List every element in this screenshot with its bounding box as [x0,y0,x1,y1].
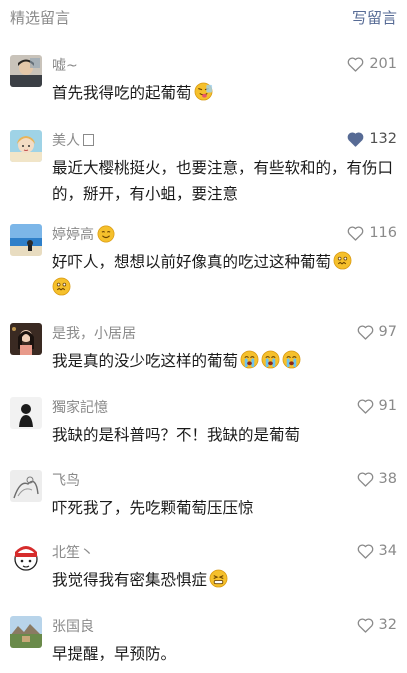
comment-text-content: 我觉得我有密集恐惧症 [52,571,208,589]
commenter-name[interactable]: 飞鸟 [52,470,80,490]
comment-text: 首先我得吃的起葡萄 [52,80,394,106]
like-count: 38 [378,471,397,487]
heart-outline-icon [357,398,373,414]
avatar-girl-icon[interactable] [10,323,42,355]
comment-text: 吓死我了，先吃颗葡萄压压惊 [52,495,394,521]
heart-outline-icon [347,56,364,72]
like-button[interactable]: 201 [347,56,397,72]
commenter-name-text: 张国良 [52,619,94,635]
commenter-name-text: 獨家記憶 [52,400,108,416]
heart-outline-icon [357,543,373,559]
crying-emoji-icon [282,350,301,369]
comment-text-content: 吓死我了，先吃颗葡萄压压惊 [52,499,254,517]
comment-text-content: 首先我得吃的起葡萄 [52,84,192,102]
like-button[interactable]: 32 [357,617,397,633]
grimace-emoji-icon [209,569,228,588]
commenter-name-text: 北笙丶 [52,545,94,561]
avatar-portrait-icon[interactable] [10,55,42,87]
comment-text-content: 我缺的是科普吗？不！我缺的是葡萄 [52,426,301,444]
comments-header: 精选留言 写留言 [0,0,407,34]
like-button[interactable]: 38 [357,471,397,487]
commenter-name[interactable]: 嘘~ [52,55,78,75]
avatar-landscape-icon[interactable] [10,616,42,648]
comment-text-content: 早提醒，早预防。 [52,645,177,663]
scared-emoji-icon [333,251,352,270]
like-count: 132 [369,131,397,147]
avatar-beach-icon[interactable] [10,224,42,256]
like-count: 116 [369,225,397,241]
comment-text-content: 最近大樱桃挺火，也要注意，有些软和的，有伤口的，掰开，有小蛆，要注意 [52,159,394,203]
comment-text-content: 好吓人，想想以前好像真的吃过这种葡萄 [52,253,332,271]
like-button[interactable]: 91 [357,398,397,414]
comment-text-content: 我是真的没少吃这样的葡萄 [52,352,239,370]
commenter-name-text: 嘘~ [52,58,78,74]
commenter-name[interactable]: 北笙丶 [52,542,94,562]
unknown-glyph-box [83,134,94,146]
like-button[interactable]: 116 [347,225,397,241]
commenter-name[interactable]: 獨家記憶 [52,397,108,417]
comment-text: 早提醒，早预防。 [52,641,394,667]
like-count: 201 [369,56,397,72]
heart-outline-icon [357,324,373,340]
commenter-name[interactable]: 美人 [52,130,94,150]
like-button[interactable]: 34 [357,543,397,559]
commenter-name-text: 婷婷高 [52,227,94,243]
comment-text: 我是真的没少吃这样的葡萄 [52,348,394,374]
tongue-emoji-icon [194,82,213,101]
like-count: 34 [378,543,397,559]
crying-emoji-icon [240,350,259,369]
avatar-sketch-icon[interactable] [10,470,42,502]
scared-emoji-icon [52,277,71,296]
commenter-name-text: 是我，小居居 [52,326,136,342]
avatar-cartoon-red-icon[interactable] [10,542,42,574]
like-count: 97 [378,324,397,340]
like-count: 32 [378,617,397,633]
comment-text: 好吓人，想想以前好像真的吃过这种葡萄 [52,249,394,301]
smile-emoji-icon [97,225,115,243]
comment-text: 我缺的是科普吗？不！我缺的是葡萄 [52,422,394,448]
heart-filled-icon [347,131,364,147]
crying-emoji-icon [261,350,280,369]
comment-text: 最近大樱桃挺火，也要注意，有些软和的，有伤口的，掰开，有小蛆，要注意 [52,155,394,207]
commenter-name[interactable]: 婷婷高 [52,224,115,244]
commenter-name[interactable]: 张国良 [52,616,94,636]
heart-outline-icon [347,225,364,241]
commenter-name-text: 飞鸟 [52,473,80,489]
comment-text: 我觉得我有密集恐惧症 [52,567,394,593]
heart-outline-icon [357,617,373,633]
avatar-cartoon-icon[interactable] [10,130,42,162]
like-count: 91 [378,398,397,414]
write-comment-link[interactable]: 写留言 [352,7,397,28]
avatar-silhouette-icon[interactable] [10,397,42,429]
commenter-name[interactable]: 是我，小居居 [52,323,136,343]
commenter-name-text: 美人 [52,133,80,149]
like-button[interactable]: 132 [347,131,397,147]
like-button[interactable]: 97 [357,324,397,340]
heart-outline-icon [357,471,373,487]
featured-comments-title: 精选留言 [10,9,71,27]
